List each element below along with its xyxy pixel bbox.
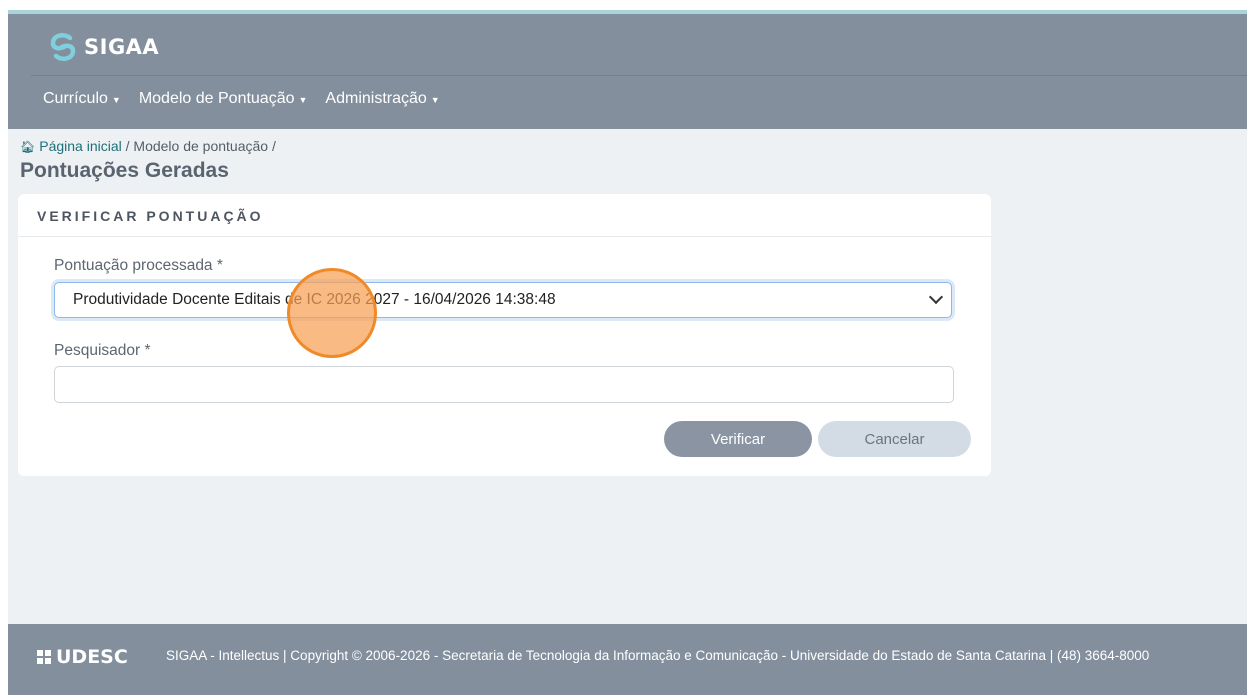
section-title: VERIFICAR PONTUAÇÃO [37, 208, 264, 224]
cancel-button[interactable]: Cancelar [818, 421, 971, 457]
pontuacao-label: Pontuação processada * [54, 257, 223, 274]
menu-modelo-pontuacao[interactable]: Modelo de Pontuação ▼ [139, 90, 308, 108]
menu-modelo-pontuacao-label: Modelo de Pontuação [138, 90, 295, 107]
pontuacao-selected-value: Produtividade Docente Editais de IC 2026… [73, 291, 556, 308]
menu-curriculo[interactable]: Currículo ▼ [43, 90, 121, 108]
breadcrumb-separator: / [125, 138, 130, 154]
breadcrumb-home-link[interactable]: Página inicial [39, 138, 122, 154]
card-divider [18, 236, 991, 237]
top-navbar: SIGAA Currículo ▼ Modelo de Pontuação ▼ … [8, 14, 1247, 129]
home-icon: 🏠︎ [20, 140, 36, 154]
verify-form-card: VERIFICAR PONTUAÇÃO Pontuação processada… [18, 194, 991, 476]
pesquisador-input[interactable] [54, 366, 954, 403]
brand-logo[interactable]: SIGAA [46, 29, 159, 65]
footer-copyright: SIGAA - Intellectus | Copyright © 2006-2… [166, 648, 1150, 663]
menu-administracao[interactable]: Administração ▼ [325, 90, 439, 108]
caret-down-icon: ▼ [298, 95, 308, 105]
main-menu: Currículo ▼ Modelo de Pontuação ▼ Admini… [43, 90, 440, 108]
udesc-logo-text: UDESC [56, 646, 128, 668]
chevron-down-icon [928, 289, 944, 305]
breadcrumb: 🏠︎ Página inicial / Modelo de pontuação / [20, 138, 276, 154]
sigaa-logo-icon [50, 33, 76, 61]
pontuacao-select[interactable]: Produtividade Docente Editais de IC 2026… [54, 282, 952, 318]
verify-button[interactable]: Verificar [664, 421, 812, 457]
pesquisador-label: Pesquisador * [54, 342, 151, 359]
navbar-divider [31, 75, 1247, 76]
menu-curriculo-label: Currículo [43, 90, 108, 107]
udesc-logo-icon [37, 650, 51, 664]
udesc-logo: UDESC [36, 646, 128, 668]
footer: UDESC SIGAA - Intellectus | Copyright © … [8, 624, 1247, 695]
page-title: Pontuações Geradas [20, 159, 229, 182]
brand-name: SIGAA [84, 35, 160, 59]
breadcrumb-separator: / [271, 138, 276, 154]
menu-administracao-label: Administração [325, 90, 427, 107]
caret-down-icon: ▼ [111, 95, 121, 105]
breadcrumb-current: Modelo de pontuação [133, 138, 269, 154]
caret-down-icon: ▼ [430, 95, 440, 105]
